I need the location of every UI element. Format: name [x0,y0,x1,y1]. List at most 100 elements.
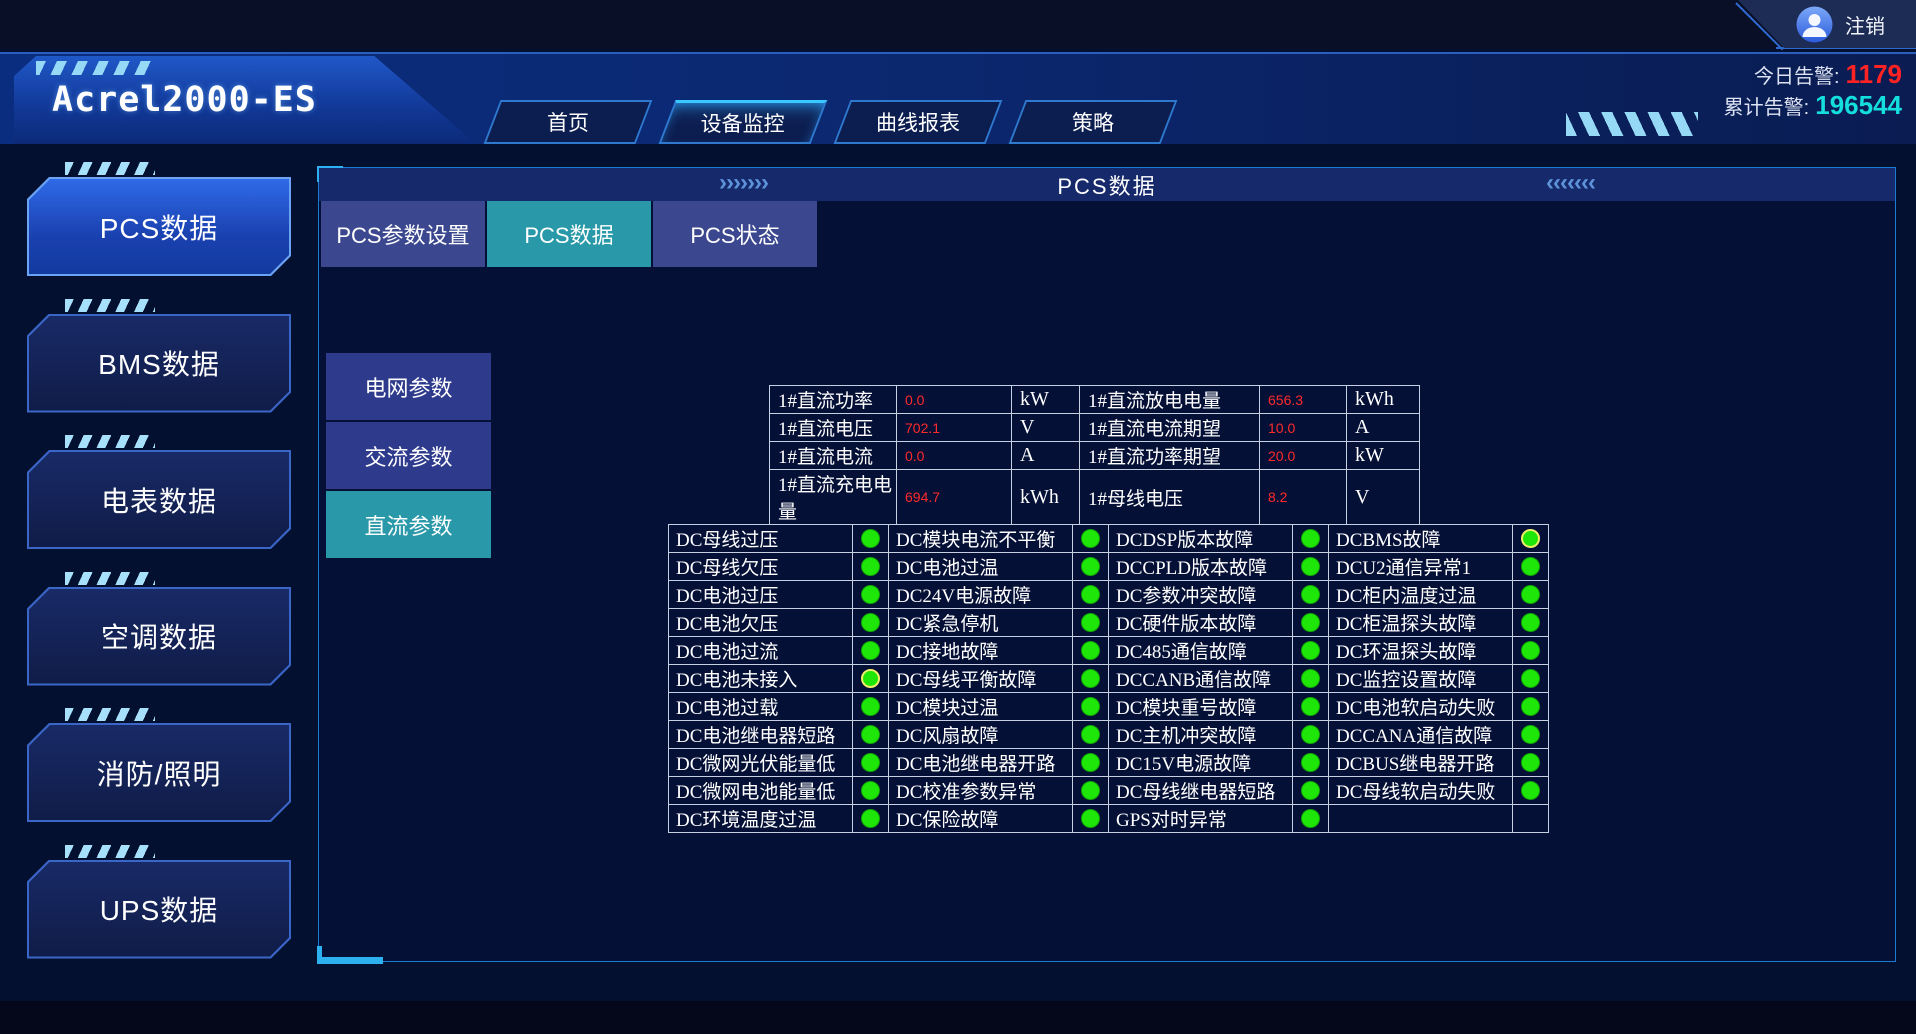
status-indicator-icon [861,753,880,772]
status-indicator-icon [1301,613,1320,632]
metric-unit: V [1012,414,1080,442]
total-alarm-label: 累计告警: [1724,97,1810,119]
status-indicator-icon [1081,529,1100,548]
fault-label: DC电池欠压 [669,609,853,637]
fault-label: DC微网电池能量低 [669,777,853,805]
main-panel: ››››››› PCS数据 ‹‹‹‹‹‹‹ PCS参数设置PCS数据PCS状态 … [318,167,1896,962]
status-indicator-icon [861,697,880,716]
topbar: 注销 [0,0,1916,49]
tab-pcs-param-settings[interactable]: PCS参数设置 [321,201,485,267]
fault-label: DC电池过压 [669,581,853,609]
main-nav: 首页设备监控曲线报表策略 [492,100,1169,144]
param-button-group: 电网参数交流参数直流参数 [326,353,491,558]
fault-indicator-cell [853,749,889,777]
sidebar-item-label: 电表数据 [101,480,217,520]
sidebar-item-face: 消防/照明 [29,725,289,820]
status-row: DC电池未接入DC母线平衡故障DCCANB通信故障DC监控设置故障 [669,665,1549,693]
total-alarm-value: 196544 [1815,90,1902,120]
param-button-dc-params[interactable]: 直流参数 [326,491,491,558]
nav-tab-home[interactable]: 首页 [484,100,653,144]
fault-label: DC母线软启动失败 [1329,777,1513,805]
fault-indicator-cell [1293,693,1329,721]
fault-indicator-cell [1293,637,1329,665]
hazard-stripes-icon [1566,112,1698,136]
metric-value: 0.0 [897,386,1012,414]
sidebar-item-label: PCS数据 [100,207,219,247]
sidebar-item-bms-data[interactable]: BMS数据 [27,314,291,413]
metric-label: 1#直流充电电量 [770,470,897,525]
metric-label: 1#直流功率期望 [1080,442,1260,470]
fault-indicator-cell [1073,805,1109,833]
fault-label: DC接地故障 [889,637,1073,665]
status-indicator-icon [1081,753,1100,772]
logout-button[interactable]: 注销 [1738,0,1916,48]
status-indicator-icon [1081,669,1100,688]
fault-indicator-cell [853,721,889,749]
logout-label: 注销 [1845,10,1885,39]
fault-indicator-cell [853,609,889,637]
fault-indicator-cell [1513,665,1549,693]
fault-indicator-cell [1513,609,1549,637]
fault-label: DC参数冲突故障 [1109,581,1293,609]
sidebar-item-fire-lighting[interactable]: 消防/照明 [27,723,291,822]
fault-label: DC模块重号故障 [1109,693,1293,721]
sidebar-item-hvac-data[interactable]: 空调数据 [27,587,291,686]
param-button-grid-params[interactable]: 电网参数 [326,353,491,420]
status-row: DC母线欠压DC电池过温DCCPLD版本故障DCU2通信异常1 [669,553,1549,581]
fault-label: DC电池软启动失败 [1329,693,1513,721]
status-indicator-icon [1081,725,1100,744]
nav-tab-strategy[interactable]: 策略 [1009,100,1178,144]
chevrons-left-icon: ‹‹‹‹‹‹‹ [1546,171,1595,195]
fault-indicator-cell [1293,805,1329,833]
sidebar-item-face: UPS数据 [29,862,289,957]
status-indicator-icon [1081,641,1100,660]
status-indicator-icon [1521,641,1540,660]
metric-label: 1#母线电压 [1080,470,1260,525]
sidebar-item-meter-data[interactable]: 电表数据 [27,450,291,549]
fault-indicator-cell [1073,553,1109,581]
status-indicator-icon [861,781,880,800]
fault-indicator-cell [1293,553,1329,581]
sidebar-item-face: 电表数据 [29,452,289,547]
status-row: DC电池欠压DC紧急停机DC硬件版本故障DC柜温探头故障 [669,609,1549,637]
status-indicator-icon [861,557,880,576]
fault-indicator-cell [1073,581,1109,609]
status-indicator-icon [861,809,880,828]
param-button-ac-params[interactable]: 交流参数 [326,422,491,489]
fault-indicator-cell [853,637,889,665]
fault-label: DCCANA通信故障 [1329,721,1513,749]
status-indicator-icon [1081,781,1100,800]
metric-unit: kW [1012,386,1080,414]
status-indicator-icon [1301,725,1320,744]
metric-value: 20.0 [1260,442,1347,470]
status-indicator-icon [1521,697,1540,716]
dc-metrics-table: 1#直流功率0.0kW1#直流放电电量656.3kWh1#直流电压702.1V1… [769,385,1420,525]
logo-plate: Acrel2000-ES [14,56,476,144]
chevrons-right-icon: ››››››› [719,171,768,195]
status-indicator-icon [1081,613,1100,632]
status-indicator-icon [861,669,880,688]
sidebar-item-pcs-data[interactable]: PCS数据 [27,177,291,276]
fault-label: DCCANB通信故障 [1109,665,1293,693]
fault-label: DC母线继电器短路 [1109,777,1293,805]
sidebar-item-label: 空调数据 [101,616,217,656]
fault-indicator-cell [1073,749,1109,777]
fault-label: DC硬件版本故障 [1109,609,1293,637]
fault-indicator-cell [853,553,889,581]
status-indicator-icon [1521,529,1540,548]
fault-indicator-cell [853,777,889,805]
sidebar-item-ups-data[interactable]: UPS数据 [27,860,291,959]
fault-label: DC模块电流不平衡 [889,525,1073,553]
tab-pcs-status[interactable]: PCS状态 [653,201,817,267]
dc-fault-status-table: DC母线过压DC模块电流不平衡DCDSP版本故障DCBMS故障DC母线欠压DC电… [668,524,1549,833]
nav-tab-device-monitor[interactable]: 设备监控 [659,100,828,144]
status-row: DC微网电池能量低 DC校准参数异常 DC母线继电器短路 DC母线软启动失败 [669,777,1549,805]
nav-tab-curve-report[interactable]: 曲线报表 [834,100,1003,144]
fault-indicator-cell [1293,777,1329,805]
fault-label: DC15V电源故障 [1109,749,1293,777]
sidebar-item-face: 空调数据 [29,589,289,684]
status-indicator-icon [1301,557,1320,576]
fault-label: DC校准参数异常 [889,777,1073,805]
metric-unit: A [1012,442,1080,470]
tab-pcs-data[interactable]: PCS数据 [487,201,651,267]
